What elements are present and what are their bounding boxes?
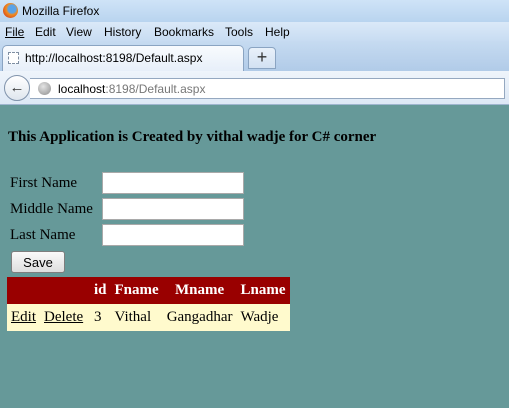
menubar: File Edit View History Bookmarks Tools H… (0, 22, 509, 41)
new-tab-button[interactable]: + (248, 47, 276, 69)
save-button[interactable]: Save (11, 251, 65, 273)
grid-cell-delete: Delete (40, 304, 90, 331)
navigation-toolbar: localhost:8198/Default.aspx ← (0, 71, 509, 105)
grid-header-delete (40, 277, 90, 304)
grid-header-lname: Lname (236, 277, 290, 304)
menu-help[interactable]: Help (265, 25, 290, 39)
grid-header-row: id Fname Mname Lname (7, 277, 290, 304)
table-row: Edit Delete 3 Vithal Gangadhar Wadje (7, 304, 290, 331)
page-content: This Application is Created by vithal wa… (0, 105, 509, 408)
menu-view[interactable]: View (66, 25, 92, 39)
grid-header-fname: Fname (110, 277, 163, 304)
middle-name-input[interactable] (102, 198, 244, 220)
window-title: Mozilla Firefox (22, 4, 100, 18)
grid-cell-lname: Wadje (236, 304, 290, 331)
grid-header-id: id (90, 277, 111, 304)
menu-file[interactable]: File (5, 25, 24, 39)
globe-icon (38, 82, 51, 95)
address-bar[interactable]: localhost:8198/Default.aspx (30, 78, 505, 99)
grid-cell-id: 3 (90, 304, 111, 331)
delete-link[interactable]: Delete (44, 309, 83, 325)
tab-strip: http://localhost:8198/Default.aspx + (0, 41, 509, 71)
page-heading: This Application is Created by vithal wa… (8, 129, 377, 145)
menu-tools[interactable]: Tools (225, 25, 253, 39)
first-name-input[interactable] (102, 172, 244, 194)
tab-default-aspx[interactable]: http://localhost:8198/Default.aspx (2, 45, 244, 71)
edit-link[interactable]: Edit (11, 309, 36, 325)
first-name-label: First Name (10, 175, 78, 191)
grid-header-mname: Mname (162, 277, 237, 304)
window-titlebar: Mozilla Firefox (0, 0, 509, 22)
last-name-label: Last Name (10, 227, 76, 243)
tab-label: http://localhost:8198/Default.aspx (25, 51, 203, 65)
back-button[interactable]: ← (4, 75, 30, 101)
grid-cell-fname: Vithal (110, 304, 163, 331)
grid-header-edit (7, 277, 40, 304)
page-icon (8, 52, 19, 64)
address-text: localhost:8198/Default.aspx (58, 82, 206, 96)
menu-bookmarks[interactable]: Bookmarks (154, 25, 214, 39)
records-grid: id Fname Mname Lname Edit Delete 3 Vitha… (7, 277, 290, 331)
grid-cell-edit: Edit (7, 304, 40, 331)
menu-history[interactable]: History (104, 25, 141, 39)
middle-name-label: Middle Name (10, 201, 93, 217)
grid-cell-mname: Gangadhar (162, 304, 237, 331)
firefox-logo-icon (3, 3, 18, 18)
menu-edit[interactable]: Edit (35, 25, 56, 39)
back-arrow-icon: ← (9, 79, 25, 96)
last-name-input[interactable] (102, 224, 244, 246)
